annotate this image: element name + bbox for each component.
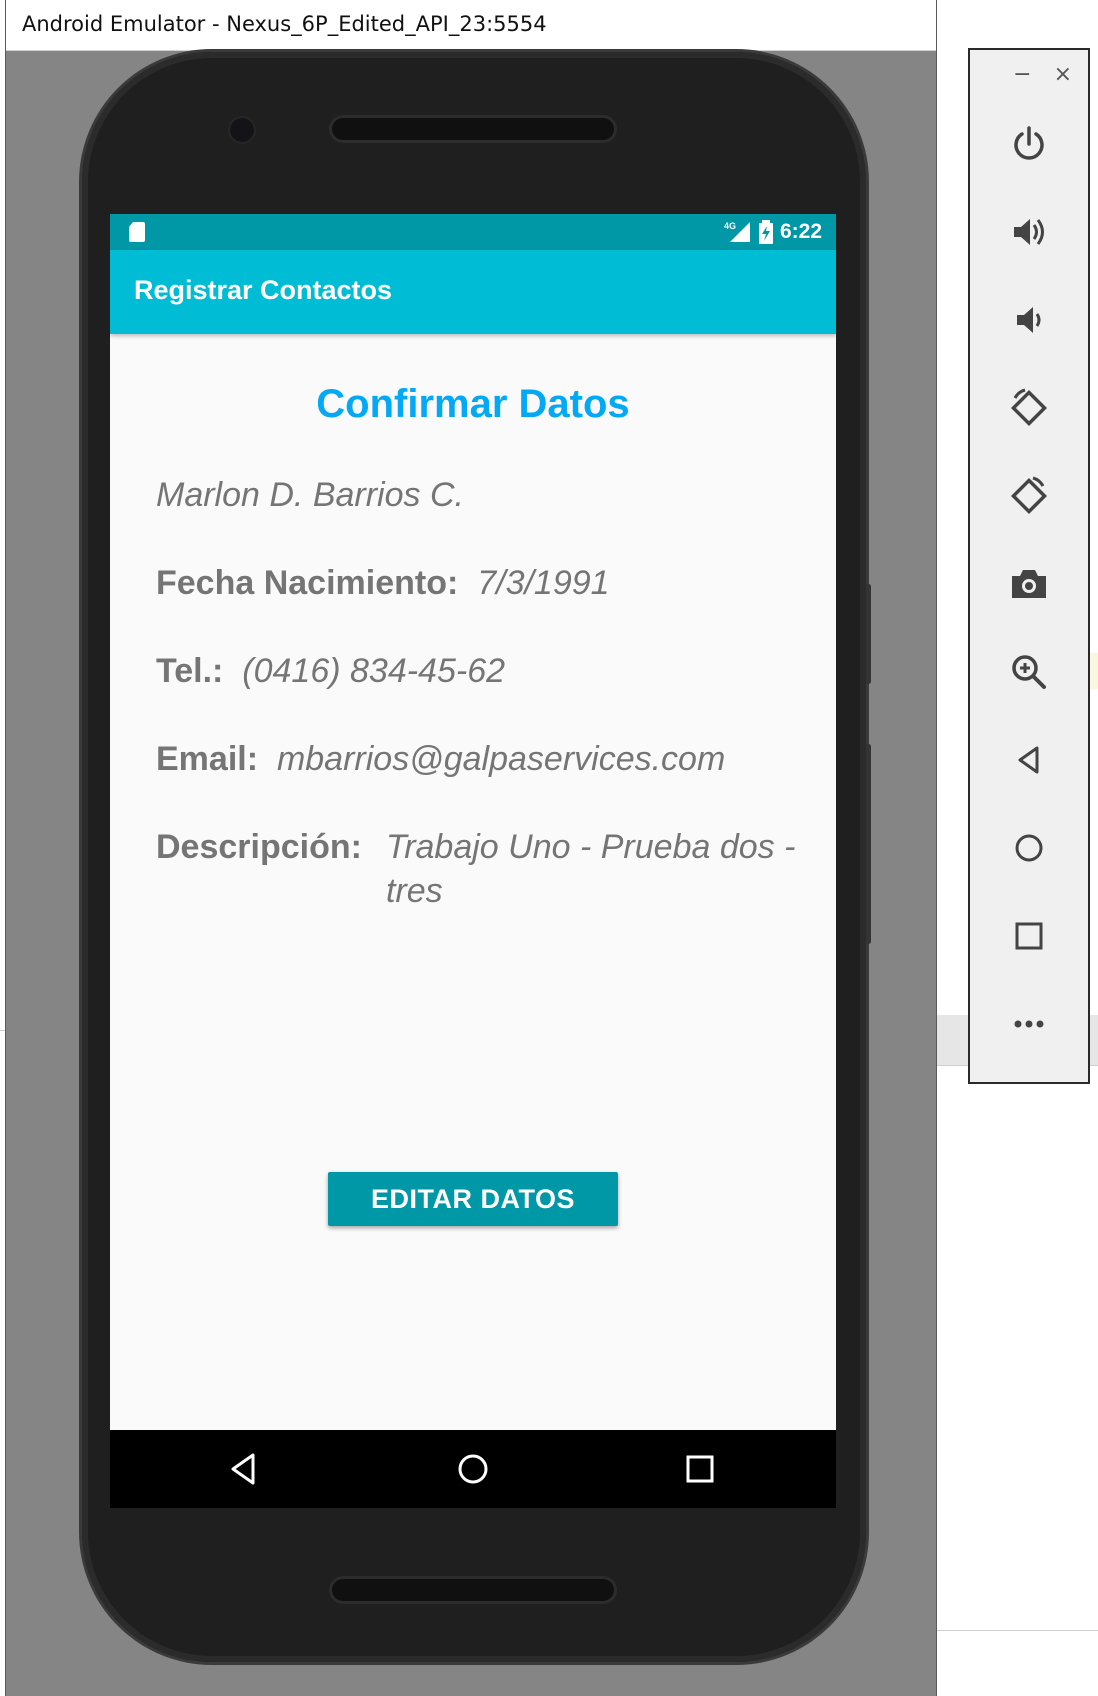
phone-label: Tel.: xyxy=(156,652,224,690)
birthdate-row: Fecha Nacimiento: 7/3/1991 xyxy=(156,564,610,603)
volume-up-button[interactable] xyxy=(999,202,1059,262)
status-clock: 6:22 xyxy=(779,220,822,243)
rotate-right-button[interactable] xyxy=(999,466,1059,526)
device-screen: 4G 6:22 Registrar Contactos Confirmar Da… xyxy=(110,214,836,1508)
rotate-right-icon xyxy=(1010,476,1048,515)
sd-card-icon xyxy=(129,222,145,242)
recents-icon[interactable] xyxy=(680,1449,720,1489)
birthdate-label: Fecha Nacimiento: xyxy=(156,564,459,602)
toolbar-more-button[interactable] xyxy=(999,994,1059,1054)
birthdate-value: 7/3/1991 xyxy=(477,564,610,602)
more-icon xyxy=(1014,1020,1044,1028)
home-icon xyxy=(1015,834,1043,862)
network-type-label: 4G xyxy=(724,221,736,231)
back-icon[interactable] xyxy=(223,1449,263,1489)
window-title: Android Emulator - Nexus_6P_Edited_API_2… xyxy=(22,12,547,36)
confirm-data-content: Confirmar Datos Marlon D. Barrios C. Fec… xyxy=(110,334,836,1428)
rotate-left-button[interactable] xyxy=(999,378,1059,438)
page-heading: Confirmar Datos xyxy=(316,382,630,426)
front-camera xyxy=(230,118,254,142)
toolbar-back-button[interactable] xyxy=(999,730,1059,790)
top-speaker xyxy=(332,118,614,140)
edit-data-button[interactable]: EDITAR DATOS xyxy=(328,1172,618,1226)
minimize-button[interactable]: − xyxy=(1013,62,1031,87)
email-value: mbarrios@galpaservices.com xyxy=(276,740,726,778)
description-value: Trabajo Uno - Prueba dos - tres xyxy=(385,828,796,910)
back-icon xyxy=(1018,746,1039,774)
description-label: Descripción: xyxy=(156,828,362,866)
status-bar: 4G 6:22 xyxy=(110,214,836,250)
toolbar-window-controls: − × xyxy=(1013,62,1072,87)
volume-down-button[interactable] xyxy=(999,290,1059,350)
side-button xyxy=(866,744,871,944)
app-bar: Registrar Contactos xyxy=(110,250,836,334)
zoom-button[interactable] xyxy=(999,642,1059,702)
emulator-title-bar: Android Emulator - Nexus_6P_Edited_API_2… xyxy=(6,0,936,51)
bottom-speaker xyxy=(332,1579,614,1601)
camera-icon xyxy=(1012,570,1046,598)
toolbar-overview-button[interactable] xyxy=(999,906,1059,966)
contact-name: Marlon D. Barrios C. xyxy=(156,476,464,514)
volume-down-icon xyxy=(1017,307,1041,333)
screenshot-button[interactable] xyxy=(999,554,1059,614)
background-divider xyxy=(935,1630,1098,1631)
close-button[interactable]: × xyxy=(1054,62,1072,87)
power-button[interactable] xyxy=(999,114,1059,174)
emulator-toolbar: − × xyxy=(968,48,1090,1084)
emulator-window: Android Emulator - Nexus_6P_Edited_API_2… xyxy=(5,0,937,1696)
rotate-left-icon xyxy=(1010,388,1048,427)
overview-icon xyxy=(1015,922,1043,950)
description-row: Descripción: Trabajo Uno - Prueba dos - … xyxy=(156,828,816,913)
email-label: Email: xyxy=(156,740,259,778)
app-title: Registrar Contactos xyxy=(134,275,393,305)
volume-up-icon xyxy=(1014,219,1044,245)
navigation-bar xyxy=(110,1430,836,1508)
email-row: Email: mbarrios@galpaservices.com xyxy=(156,740,725,779)
power-icon xyxy=(1014,126,1044,160)
side-button xyxy=(866,584,871,684)
status-icons: 4G 6:22 xyxy=(722,218,822,246)
phone-row: Tel.: (0416) 834-45-62 xyxy=(156,652,505,691)
phone-value: (0416) 834-45-62 xyxy=(242,652,506,690)
signal-icon: 4G xyxy=(724,221,750,242)
home-icon[interactable] xyxy=(453,1449,493,1489)
toolbar-home-button[interactable] xyxy=(999,818,1059,878)
battery-icon xyxy=(758,220,773,244)
zoom-icon xyxy=(1012,655,1046,689)
